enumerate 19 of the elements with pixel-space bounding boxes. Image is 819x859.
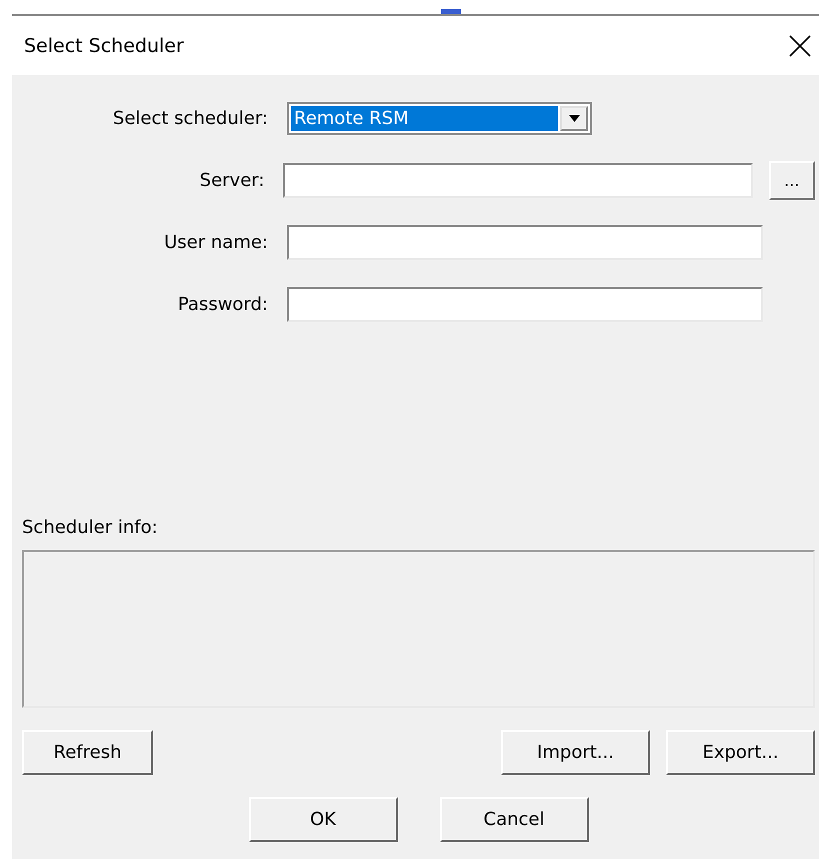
- window-title: Select Scheduler: [24, 34, 184, 56]
- dialog-button[interactable]: Export...: [666, 730, 815, 775]
- dialog-button[interactable]: Refresh: [22, 730, 153, 775]
- close-icon[interactable]: [789, 34, 811, 56]
- field-label: User name:: [163, 232, 269, 253]
- field-label: Server:: [198, 170, 266, 191]
- tab-marker: [441, 9, 461, 14]
- dialog-button[interactable]: Cancel: [440, 797, 588, 842]
- dialog-button[interactable]: Import...: [501, 730, 650, 775]
- input-field[interactable]: [283, 163, 753, 198]
- field-label: Password:: [176, 294, 269, 315]
- caret-icon: [568, 115, 580, 122]
- browse-button[interactable]: ...: [768, 161, 815, 200]
- scheduler-dropdown[interactable]: Remote RSM: [287, 102, 592, 135]
- field-label: Select scheduler:: [112, 108, 269, 129]
- dialog-button[interactable]: OK: [248, 797, 398, 842]
- input-field[interactable]: [287, 287, 763, 322]
- input-field[interactable]: [287, 225, 763, 260]
- info-label: Scheduler info:: [22, 517, 159, 538]
